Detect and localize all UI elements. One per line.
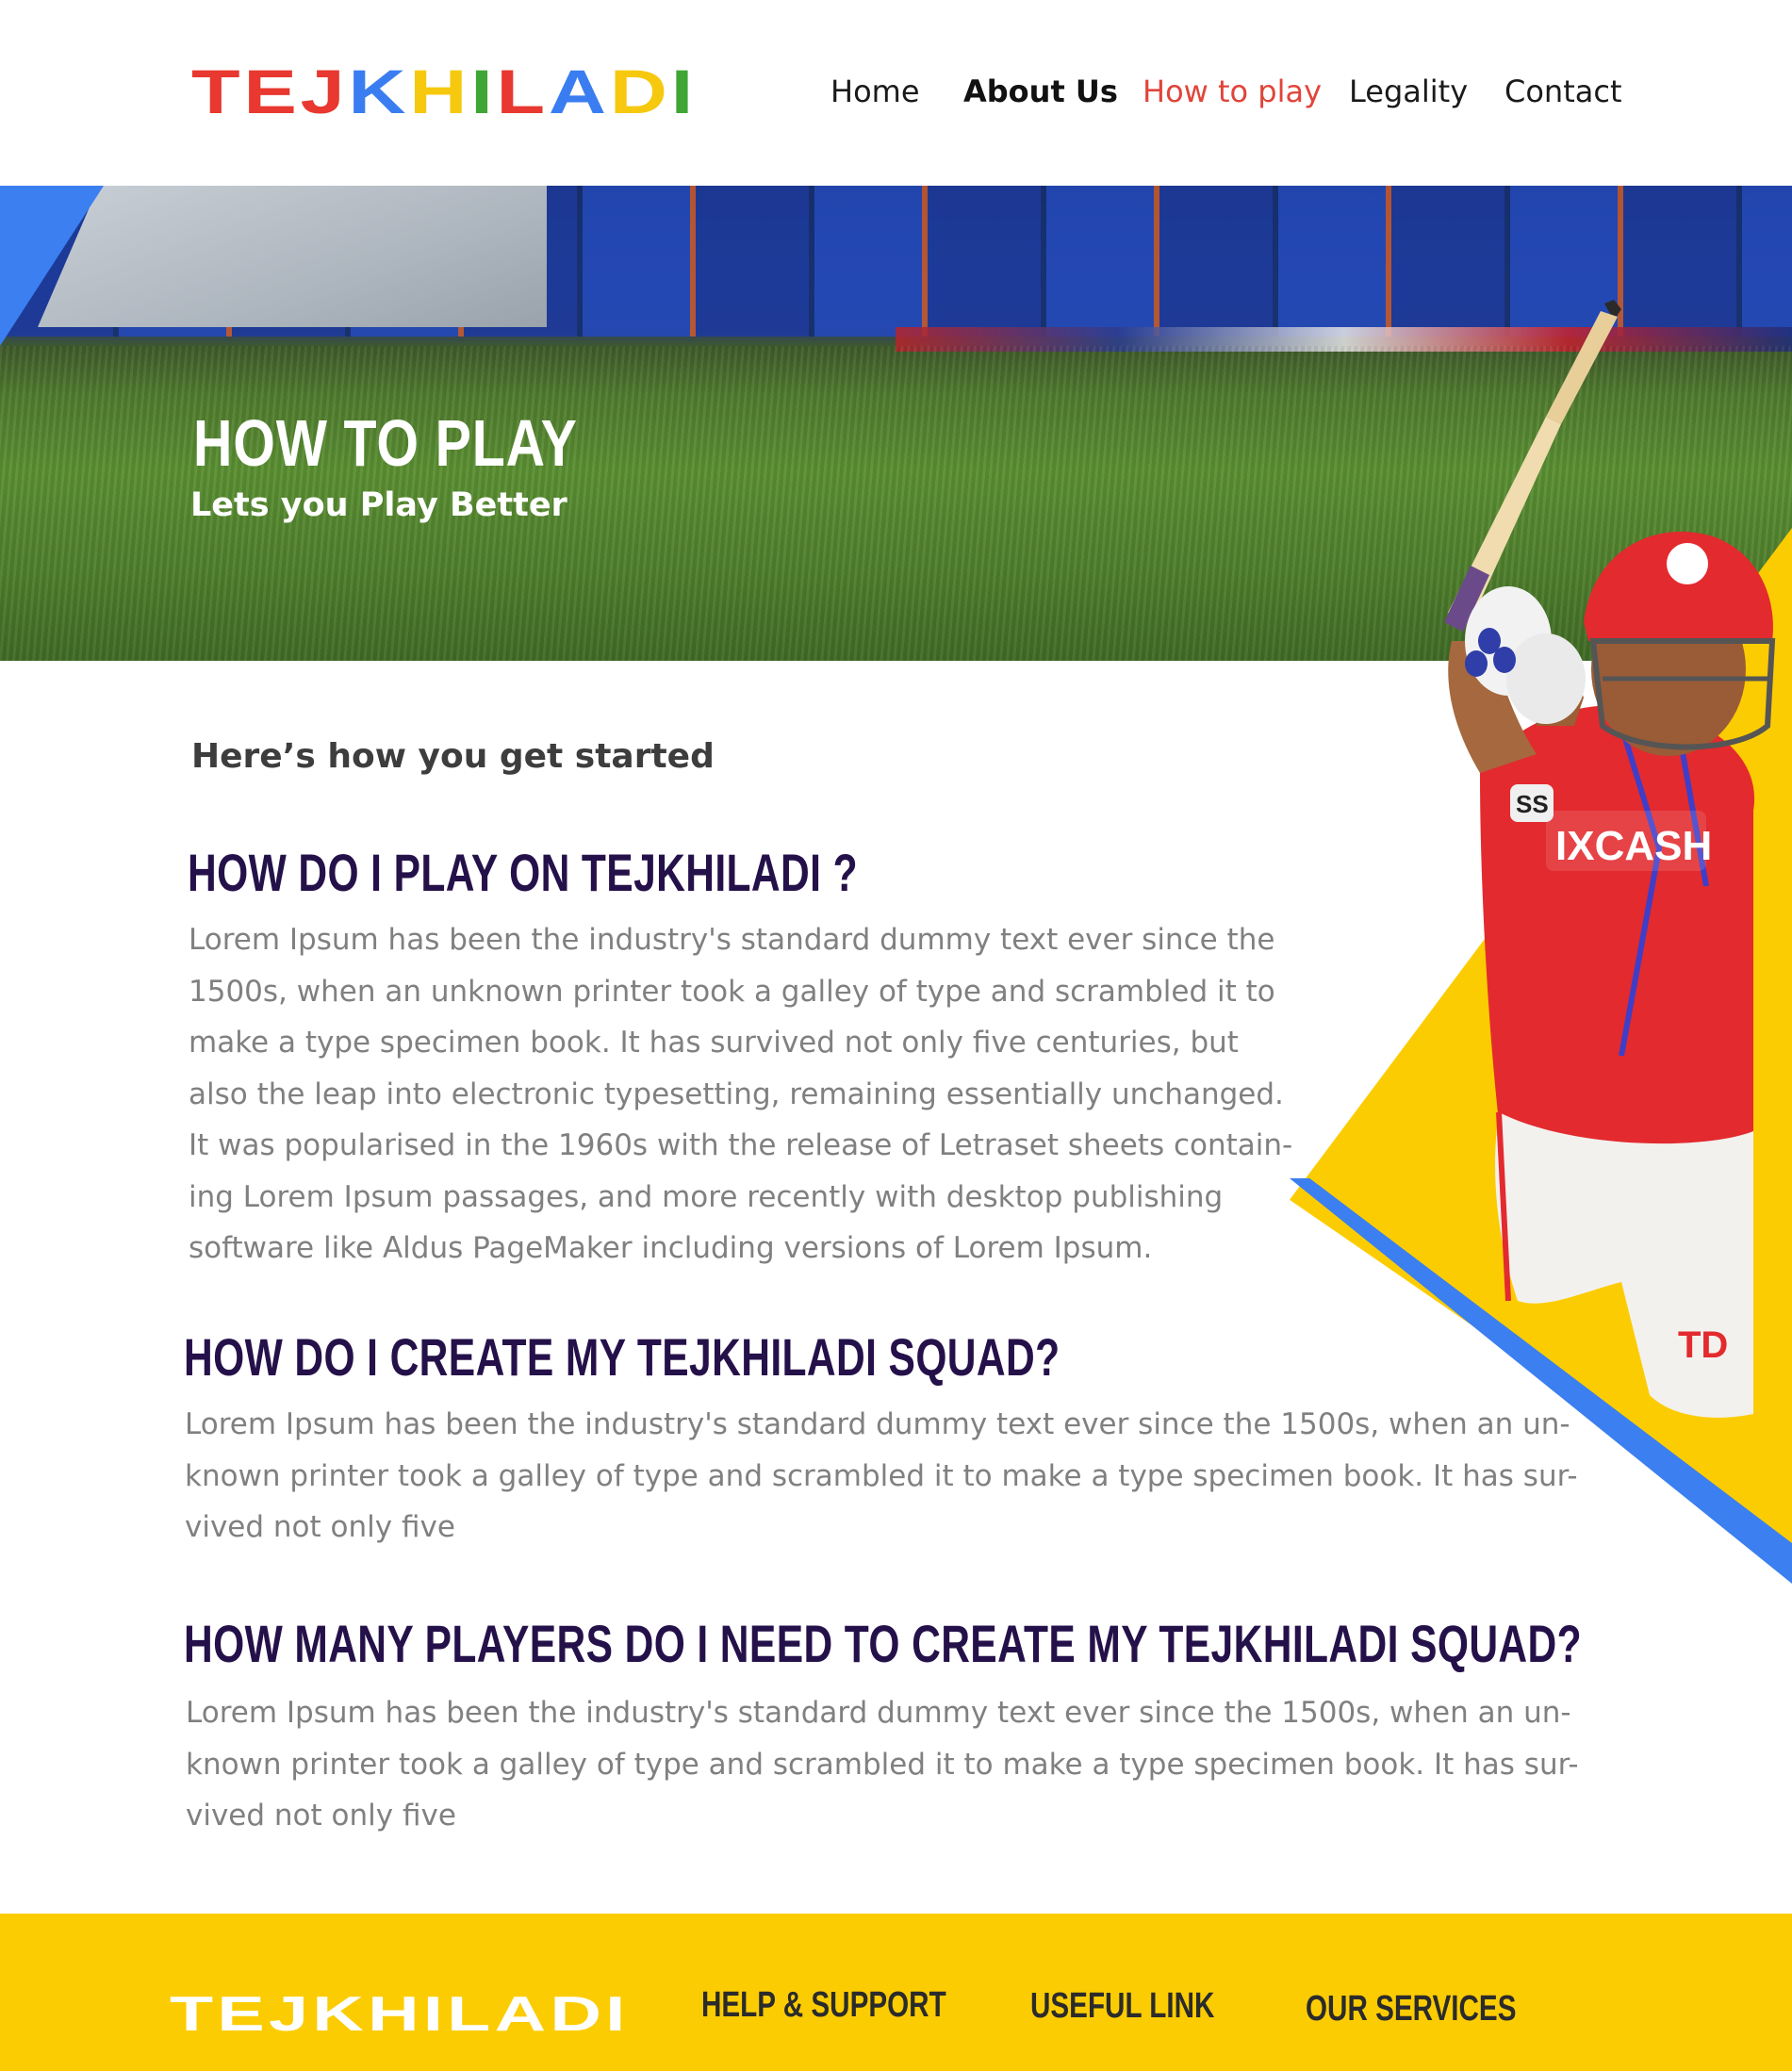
faq-body-line: make a type specimen book. It has surviv… bbox=[189, 1026, 1239, 1060]
nav-item-how-to-play[interactable]: How to play bbox=[1143, 74, 1322, 109]
faq-title: HOW DO I PLAY ON TEJKHILADI ? bbox=[188, 843, 858, 902]
faq-body-line: vived not only five bbox=[185, 1510, 455, 1544]
footer-heading-our-services: OUR SERVICES bbox=[1306, 1989, 1517, 2029]
footer-heading-useful-link: USEFUL LINK bbox=[1030, 1986, 1215, 2026]
footer-heading-help-support: HELP & SUPPORT bbox=[701, 1985, 946, 2025]
footer-logo[interactable]: TEJKHILADI bbox=[170, 1986, 630, 2043]
cricket-bat-icon bbox=[1444, 300, 1621, 632]
glove-brand: SS bbox=[1516, 790, 1549, 818]
faq-body-line: Lorem Ipsum has been the industry's stan… bbox=[189, 923, 1275, 957]
faq-title: HOW MANY PLAYERS DO I NEED TO CREATE MY … bbox=[184, 1614, 1583, 1673]
hero-title: HOW TO PLAY bbox=[193, 406, 578, 480]
intro-heading: Here’s how you get started bbox=[191, 737, 715, 776]
jersey-sponsor: IXCASH bbox=[1555, 823, 1712, 869]
helmet-icon bbox=[1584, 532, 1776, 756]
nav-item-contact[interactable]: Contact bbox=[1504, 74, 1622, 109]
cricket-player-illustration: IXCASH SS TD bbox=[1444, 300, 1776, 1418]
faq-body-line: also the leap into electronic typesettin… bbox=[189, 1077, 1284, 1111]
faq-body-line: vived not only five bbox=[186, 1799, 456, 1833]
hero-subtitle: Lets you Play Better bbox=[190, 486, 567, 524]
faq-body-line: Lorem Ipsum has been the industry's stan… bbox=[186, 1696, 1571, 1730]
shorts-logo: TD bbox=[1678, 1324, 1728, 1366]
faq-body-line: software like Aldus PageMaker including … bbox=[189, 1231, 1153, 1265]
faq-body-line: known printer took a galley of type and … bbox=[186, 1747, 1579, 1782]
nav-item-legality[interactable]: Legality bbox=[1349, 74, 1468, 109]
player-shorts: TD bbox=[1495, 1111, 1753, 1418]
faq-body-line: 1500s, when an unknown printer took a ga… bbox=[189, 974, 1275, 1009]
faq-body-line: known printer took a galley of type and … bbox=[185, 1458, 1578, 1493]
faq-title: HOW DO I CREATE MY TEJKHILADI SQUAD? bbox=[184, 1327, 1060, 1387]
faq-body-line: ing Lorem Ipsum passages, and more recen… bbox=[189, 1179, 1224, 1214]
faq-body-line: Lorem Ipsum has been the industry's stan… bbox=[185, 1407, 1570, 1441]
faq-body: Lorem Ipsum has been the industry's stan… bbox=[185, 1399, 1580, 1553]
faq-body: Lorem Ipsum has been the industry's stan… bbox=[189, 914, 1320, 1274]
stadium-stands-left-image bbox=[38, 186, 547, 327]
nav-item-home[interactable]: Home bbox=[830, 74, 920, 109]
player-jersey: IXCASH bbox=[1480, 705, 1755, 1152]
nav-item-about-us[interactable]: About Us bbox=[963, 74, 1118, 109]
faq-body: Lorem Ipsum has been the industry's stan… bbox=[186, 1687, 1581, 1842]
faq-body-line: It was popularised in the 1960s with the… bbox=[189, 1128, 1293, 1162]
main-nav: Home About Us How to play Legality Conta… bbox=[0, 74, 1792, 121]
